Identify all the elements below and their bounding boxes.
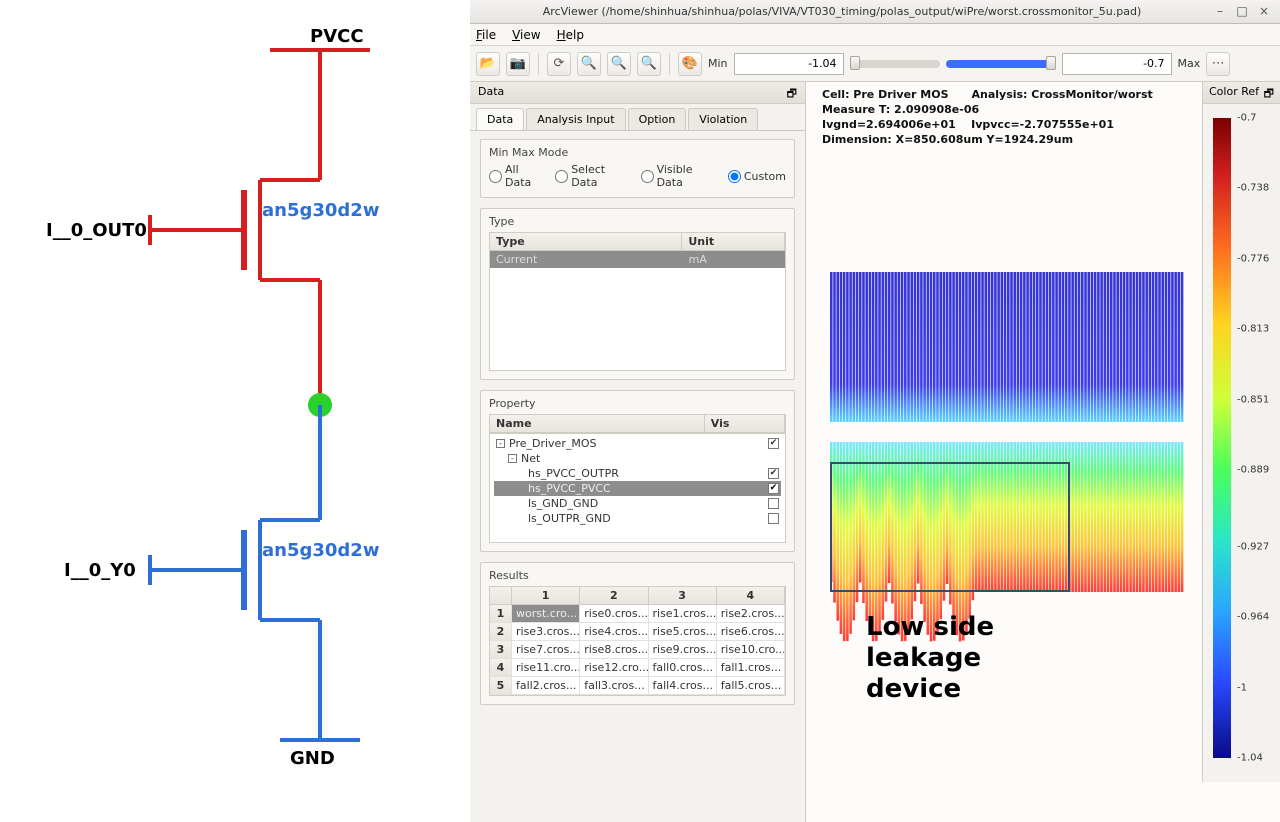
vis-root[interactable]: ✔	[768, 438, 779, 449]
table-row: 5fall2.cros...fall3.cros...fall4.cros...…	[490, 677, 785, 695]
tab-data[interactable]: Data	[476, 108, 524, 130]
table-row: 1worst.cro...rise0.cros...rise1.cros...r…	[490, 605, 785, 623]
type-group: Type Type Unit Current mA	[480, 208, 795, 380]
max-label: Max	[1178, 57, 1201, 70]
type-list[interactable]: Current mA	[489, 251, 786, 371]
window-title: ArcViewer (/home/shinhua/shinhua/polas/V…	[476, 5, 1208, 18]
min-slider[interactable]	[850, 60, 940, 68]
zoom-in-icon[interactable]: 🔍	[577, 52, 601, 76]
results-title: Results	[489, 569, 786, 582]
undock-icon[interactable]: 🗗	[1264, 85, 1274, 100]
col-name[interactable]: Name	[490, 415, 705, 432]
col-unit[interactable]: Unit	[682, 233, 785, 250]
type-row-current: Current mA	[490, 251, 785, 268]
open-icon[interactable]: 📂	[476, 52, 500, 76]
table-row: 3rise7.cros...rise8.cros...rise9.cros...…	[490, 641, 785, 659]
colorbar	[1213, 118, 1231, 758]
radio-custom[interactable]: Custom	[728, 170, 786, 183]
maximize-button[interactable]: □	[1232, 4, 1252, 20]
min-label: Min	[708, 57, 728, 70]
minmax-title: Min Max Mode	[489, 146, 786, 159]
titlebar[interactable]: ArcViewer (/home/shinhua/shinhua/polas/V…	[470, 0, 1280, 24]
tab-option[interactable]: Option	[628, 108, 687, 130]
refresh-icon[interactable]: ⟳	[547, 52, 571, 76]
dock-title-text: Data	[478, 85, 504, 100]
max-input[interactable]	[1062, 53, 1172, 75]
menubar: File View Help	[470, 24, 1280, 46]
vis-check[interactable]	[768, 498, 779, 509]
annotation-text: Low side leakage device	[866, 612, 994, 706]
vis-check[interactable]	[768, 513, 779, 524]
type-title: Type	[489, 215, 786, 228]
label-input-top: I__0_OUT0	[46, 220, 147, 241]
label-device-top: an5g30d2w	[262, 200, 379, 221]
results-table[interactable]: 1 2 3 4 1worst.cro...rise0.cros...rise1.…	[489, 586, 786, 696]
dock-title: Data 🗗	[470, 82, 805, 104]
min-input[interactable]	[734, 53, 844, 75]
col-type[interactable]: Type	[490, 233, 682, 250]
data-dock: Data 🗗 Data Analysis Input Option Violat…	[470, 82, 806, 822]
colorbar-title: Color Ref	[1209, 85, 1259, 100]
tree-item-hs-pvcc-pvcc[interactable]: hs_PVCC_PVCC	[528, 482, 611, 495]
colorbar-labels: -0.7 -0.738 -0.776 -0.813 -0.851 -0.889 …	[1237, 118, 1277, 758]
col-vis[interactable]: Vis	[705, 415, 785, 432]
label-gnd: GND	[290, 748, 335, 769]
minimize-button[interactable]: –	[1210, 4, 1230, 20]
tree-group-net[interactable]: Net	[521, 452, 540, 465]
dock-tabs: Data Analysis Input Option Violation	[470, 104, 805, 131]
viewer-metadata: Cell: Pre Driver MOS Analysis: CrossMoni…	[822, 88, 1153, 147]
circuit-diagram: PVCC I__0_OUT0 an5g30d2w I__0_Y0 an5g30d…	[0, 0, 470, 797]
minmax-mode-group: Min Max Mode All Data Select Data Visibl…	[480, 139, 795, 198]
toolbar: 📂 📷 ⟳ 🔍 🔍 🔍 🎨 Min Max ⋯	[470, 46, 1280, 82]
separator	[669, 53, 670, 75]
snapshot-icon[interactable]: 📷	[506, 52, 530, 76]
property-group: Property Name Vis -Pre_Driver_MOS✔ -Net …	[480, 390, 795, 552]
property-title: Property	[489, 397, 786, 410]
tree-item-ls-gnd-gnd[interactable]: ls_GND_GND	[528, 497, 598, 510]
menu-view[interactable]: View	[512, 28, 540, 42]
label-device-bottom: an5g30d2w	[262, 540, 379, 561]
menu-file[interactable]: File	[476, 28, 496, 42]
menu-help[interactable]: Help	[557, 28, 584, 42]
settings-icon[interactable]: ⋯	[1206, 52, 1230, 76]
radio-select-data[interactable]: Select Data	[555, 163, 630, 189]
tree-item-hs-pvcc-outpr[interactable]: hs_PVCC_OUTPR	[528, 467, 619, 480]
results-group: Results 1 2 3 4 1worst.cro...rise0.cros.…	[480, 562, 795, 705]
label-input-bottom: I__0_Y0	[64, 560, 136, 581]
undock-icon[interactable]: 🗗	[787, 85, 797, 100]
colorbar-dock: Color Ref 🗗 -0.7	[1202, 82, 1280, 782]
vis-check[interactable]: ✔	[768, 483, 779, 494]
palette-icon[interactable]: 🎨	[678, 52, 702, 76]
radio-visible-data[interactable]: Visible Data	[641, 163, 718, 189]
close-button[interactable]: ×	[1254, 4, 1274, 20]
annotation-box	[830, 462, 1070, 592]
arcviewer-window: ArcViewer (/home/shinhua/shinhua/polas/V…	[470, 0, 1280, 797]
separator	[538, 53, 539, 75]
max-slider[interactable]	[946, 60, 1056, 68]
vis-check[interactable]: ✔	[768, 468, 779, 479]
zoom-out-icon[interactable]: 🔍	[607, 52, 631, 76]
tab-violation[interactable]: Violation	[688, 108, 758, 130]
tree-item-ls-outpr-gnd[interactable]: ls_OUTPR_GND	[528, 512, 611, 525]
table-row: 4rise11.cro...rise12.cro...fall0.cros...…	[490, 659, 785, 677]
tree-root[interactable]: Pre_Driver_MOS	[509, 437, 596, 450]
label-pvcc: PVCC	[310, 26, 364, 47]
property-tree[interactable]: -Pre_Driver_MOS✔ -Net hs_PVCC_OUTPR✔ hs_…	[489, 433, 786, 543]
radio-all-data[interactable]: All Data	[489, 163, 545, 189]
zoom-fit-icon[interactable]: 🔍	[637, 52, 661, 76]
tab-analysis-input[interactable]: Analysis Input	[526, 108, 625, 130]
table-row: 2rise3.cros...rise4.cros...rise5.cros...…	[490, 623, 785, 641]
